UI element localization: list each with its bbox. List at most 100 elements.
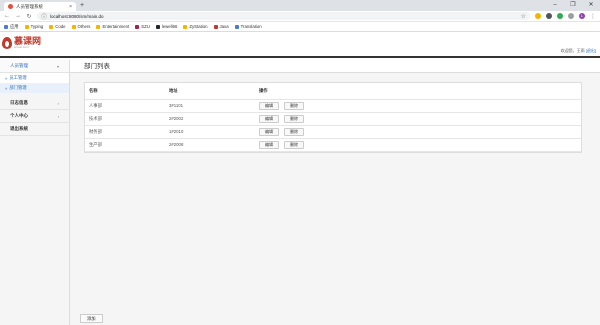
bookmark-item[interactable]: SZU — [135, 24, 150, 29]
bookmark-star-icon[interactable]: ☆ — [521, 13, 526, 20]
browser-tab[interactable]: 人员管理系统 × — [4, 2, 76, 11]
bookmark-label: Others — [77, 24, 91, 29]
url-input[interactable]: ⓘ localhost:8080/sm/main.do ☆ — [37, 12, 530, 21]
column-header-actions: 操作 — [255, 83, 581, 100]
bookmark-item[interactable]: lewell66 — [155, 24, 178, 29]
cell-name: 人事部 — [85, 99, 165, 113]
cell-address: 2#2002 — [165, 112, 255, 126]
sidebar-item-staff[interactable]: » 员工管理 — [0, 73, 69, 83]
bookmark-label: Java — [219, 24, 229, 29]
cell-actions: 编辑 删除 — [255, 112, 581, 126]
column-header-name: 名称 — [85, 83, 165, 100]
close-window-button[interactable]: ✕ — [582, 0, 600, 11]
edit-button[interactable]: 编辑 — [259, 140, 279, 149]
extension-icon[interactable] — [535, 13, 541, 19]
bookmark-label: Entertainment — [102, 24, 130, 29]
extension-icon[interactable] — [546, 13, 552, 19]
logo-subtitle: imooc.com — [14, 45, 29, 49]
sidebar-item-label: 部门管理 — [9, 85, 27, 90]
cell-address: 3#1101 — [165, 99, 255, 113]
bookmark-item[interactable]: ZyStation — [183, 24, 208, 29]
bookmark-label: 应用 — [10, 23, 19, 29]
bookmark-icon — [49, 24, 54, 29]
welcome-text: 欢迎您，王雨 [退出] — [561, 48, 596, 54]
bookmark-icon — [234, 24, 239, 29]
tab-favicon-icon — [8, 4, 13, 9]
bookmark-item[interactable]: Others — [71, 24, 91, 29]
table-row: 人事部 3#1101 编辑 删除 — [85, 99, 581, 113]
edit-button[interactable]: 编辑 — [259, 101, 279, 110]
menu-icon[interactable]: ⋮ — [590, 13, 596, 20]
maximize-button[interactable]: ❐ — [564, 0, 582, 11]
welcome-user: 欢迎您，王雨 — [560, 48, 585, 53]
logout-link[interactable]: [退出] — [586, 48, 596, 53]
minimize-button[interactable]: – — [546, 0, 564, 11]
tab-close-icon[interactable]: × — [69, 4, 72, 10]
cell-name: 生产部 — [85, 138, 165, 152]
delete-button[interactable]: 删除 — [284, 127, 304, 136]
double-chevron-icon: » — [5, 85, 8, 91]
cell-name: 财务部 — [85, 125, 165, 139]
bookmark-item[interactable]: Java — [213, 24, 229, 29]
edit-button[interactable]: 编辑 — [259, 127, 279, 136]
profile-avatar[interactable]: L — [579, 13, 585, 19]
bookmark-label: ZyStation — [189, 24, 208, 29]
sidebar-group-logs[interactable]: 日志信息 › — [0, 97, 69, 110]
bookmark-label: lewell66 — [161, 24, 178, 29]
add-button[interactable]: 添加 — [80, 314, 103, 323]
new-tab-button[interactable]: + — [80, 2, 84, 10]
edit-button[interactable]: 编辑 — [259, 114, 279, 123]
bookmark-item[interactable]: Typing — [24, 24, 44, 29]
table-row: 技术部 2#2002 编辑 删除 — [85, 112, 581, 126]
bookmark-label: Typing — [30, 24, 44, 29]
bookmark-icon — [135, 24, 140, 29]
chevron-right-icon: › — [57, 113, 59, 119]
bookmark-icon — [4, 24, 8, 29]
main-content: 部门列表 名称 地址 操作 人事部 3#1101 编辑 删除 技术部 2#200… — [70, 60, 600, 325]
extension-icon[interactable] — [568, 13, 574, 19]
bookmark-label: Translation — [240, 24, 262, 29]
cell-actions: 编辑 删除 — [255, 125, 581, 139]
sidebar-item-department[interactable]: » 部门管理 — [0, 83, 69, 93]
sidebar-group-profile[interactable]: 个人中心 › — [0, 110, 69, 123]
sidebar-group-label: 人员管理 — [10, 63, 28, 68]
bookmark-icon — [213, 24, 218, 29]
sidebar-group-personnel[interactable]: 人员管理 ▾ — [0, 60, 69, 73]
sidebar: 人员管理 ▾ » 员工管理 » 部门管理 日志信息 › 个人中心 › 退出系统 — [0, 60, 70, 325]
bookmarks-bar: 应用 Typing Code Others Entertainment SZU lewell… — [0, 22, 600, 32]
flame-icon — [2, 37, 12, 49]
address-bar: ← → ↻ ⓘ localhost:8080/sm/main.do ☆ L ⋮ — [0, 11, 600, 22]
bookmark-item[interactable]: Entertainment — [96, 24, 129, 29]
bookmark-item[interactable]: Translation — [234, 24, 262, 29]
table-header-row: 名称 地址 操作 — [85, 83, 581, 100]
info-icon[interactable]: ⓘ — [41, 12, 47, 21]
app-header: 慕课网 imooc.com 欢迎您，王雨 [退出] — [0, 33, 600, 58]
delete-button[interactable]: 删除 — [284, 101, 304, 110]
reload-icon[interactable]: ↻ — [26, 13, 32, 20]
bookmark-item[interactable]: Code — [49, 24, 66, 29]
chevron-down-icon: ▾ — [56, 63, 59, 69]
bookmark-icon — [155, 24, 160, 29]
delete-button[interactable]: 删除 — [284, 140, 304, 149]
tab-title: 人员管理系统 — [16, 3, 43, 9]
sidebar-group-logout[interactable]: 退出系统 — [0, 123, 69, 136]
bookmark-icon — [71, 24, 76, 29]
table-row: 生产部 2#2008 编辑 删除 — [85, 138, 581, 152]
imooc-logo: 慕课网 imooc.com — [2, 37, 41, 49]
bookmark-label: SZU — [141, 24, 150, 29]
sidebar-item-label: 员工管理 — [9, 75, 27, 80]
bookmark-item[interactable]: 应用 — [4, 24, 19, 30]
sidebar-group-label: 日志信息 — [10, 100, 28, 105]
page-title: 部门列表 — [70, 60, 600, 73]
cell-actions: 编辑 删除 — [255, 138, 581, 152]
back-icon[interactable]: ← — [4, 13, 10, 19]
extension-icon[interactable] — [557, 13, 563, 19]
forward-icon[interactable]: → — [15, 13, 21, 19]
cell-address: 2#2008 — [165, 138, 255, 152]
bookmark-icon — [96, 24, 101, 29]
bookmark-label: Code — [55, 24, 66, 29]
delete-button[interactable]: 删除 — [284, 114, 304, 123]
table-row: 财务部 1#2010 编辑 删除 — [85, 125, 581, 139]
cell-actions: 编辑 删除 — [255, 99, 581, 113]
column-header-address: 地址 — [165, 83, 255, 100]
